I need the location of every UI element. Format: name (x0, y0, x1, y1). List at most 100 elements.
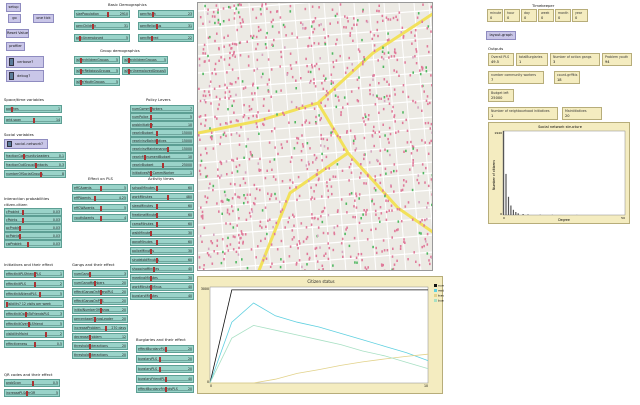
slider[interactable]: percYouth 23 (138, 10, 194, 18)
slider-handle[interactable] (149, 285, 152, 290)
slider[interactable]: visibility? 12 visits per week (4, 300, 64, 308)
social-network-switch[interactable]: social-network? (4, 139, 48, 149)
slider-handle[interactable] (99, 216, 102, 221)
slider[interactable]: gangMinutes 60 (130, 238, 194, 246)
slider[interactable]: decreaseProblem 12 (72, 333, 128, 341)
slider[interactable]: yearlyinvMaintenance 15000 (130, 145, 194, 153)
slider[interactable]: probScan 0.5 (4, 379, 60, 387)
slider-handle[interactable] (149, 276, 152, 281)
slider[interactable]: effectInitPLSfriendPLS 1 (4, 270, 64, 278)
slider[interactable]: percRetired 22 (138, 34, 194, 42)
slider-handle[interactable] (151, 12, 154, 17)
slider[interactable]: campMinutes 60 (130, 220, 194, 228)
slider[interactable]: numPolice 5 (130, 113, 194, 121)
world-map-view[interactable] (197, 2, 433, 271)
slider[interactable]: youthAgents 4 (72, 214, 128, 222)
slider-handle[interactable] (128, 69, 131, 74)
slider[interactable]: numGangs 3 (72, 270, 128, 278)
slider-handle[interactable] (33, 272, 36, 277)
slider[interactable]: fractionCommunityLeaders 0.1 (4, 152, 66, 160)
slider[interactable]: burglaryPLS 20 (136, 355, 194, 363)
slider[interactable]: isMerUnemployedGroups 5 (122, 67, 168, 75)
slider[interactable]: burglaryPLS 20 (136, 365, 194, 373)
one-tick-button[interactable]: one tick (33, 14, 54, 23)
slider[interactable]: percentageGangsLeader20 (72, 315, 128, 323)
slider-handle[interactable] (44, 332, 47, 337)
slider-handle[interactable] (149, 115, 152, 120)
slider-handle[interactable] (91, 24, 94, 29)
slider-handle[interactable] (152, 267, 155, 272)
slider-handle[interactable] (164, 387, 167, 392)
slider[interactable]: effectGangsOnFriendPLS 20 (72, 288, 128, 296)
slider[interactable]: pcPoints 0.03 (4, 232, 62, 240)
slider-handle[interactable] (21, 210, 24, 215)
slider[interactable]: numberOfSocialGroups 8 (4, 170, 66, 178)
slider-handle[interactable] (78, 36, 81, 41)
slider[interactable]: effCAgents 5 (72, 184, 128, 192)
slider[interactable]: grid-span 14 (4, 116, 62, 124)
debug-switch[interactable]: debug? (6, 70, 44, 82)
verbose-switch[interactable]: verbose? (6, 56, 44, 68)
slider[interactable]: yearlyBudget 15000 (130, 129, 194, 137)
slider[interactable]: fractionOutGroupContacts 0.3 (4, 161, 66, 169)
slider-handle[interactable] (89, 344, 92, 349)
slider-handle[interactable] (155, 213, 158, 218)
slider-handle[interactable] (94, 196, 97, 201)
slider-handle[interactable] (80, 80, 83, 85)
slider-handle[interactable] (6, 302, 8, 307)
slider[interactable]: policeMinutes 30 (130, 247, 194, 255)
slider-handle[interactable] (149, 294, 152, 299)
slider[interactable]: percChildren 31 (74, 22, 130, 30)
slider[interactable]: singleJobMinutes 60 (130, 256, 194, 264)
slider-handle[interactable] (26, 391, 29, 396)
slider[interactable]: increasePLSperQR 5 (4, 389, 60, 397)
slider[interactable]: thresholdInteractions20 (72, 342, 128, 350)
slider-handle[interactable] (23, 154, 26, 159)
slider[interactable]: workMinutesMinus 40 (130, 283, 194, 291)
slider[interactable]: percUnemployed 5 (74, 34, 130, 42)
slider-handle[interactable] (167, 195, 170, 200)
slider[interactable]: shoppingMinutes 40 (130, 265, 194, 273)
slider[interactable]: numGangMembers 20 (72, 279, 128, 287)
slider-handle[interactable] (128, 58, 131, 63)
slider-handle[interactable] (80, 58, 83, 63)
slider[interactable]: workMinutes 480 (130, 193, 194, 201)
slider-handle[interactable] (19, 234, 22, 239)
slider[interactable]: isMerReligiousGroups 5 (74, 67, 120, 75)
slider-handle[interactable] (159, 367, 162, 372)
slider[interactable]: pcProbInt 0.03 (4, 224, 62, 232)
slider[interactable]: thresholdInteractions20 (72, 351, 128, 359)
slider-handle[interactable] (159, 357, 162, 362)
slider-handle[interactable] (164, 377, 167, 382)
slider[interactable]: effectBurglaryPLS 20 (136, 345, 194, 353)
slider[interactable]: percReligious 31 (138, 22, 194, 30)
slider[interactable]: cwProbInt 0.03 (4, 240, 62, 248)
slider-handle[interactable] (33, 342, 36, 347)
slider-handle[interactable] (99, 299, 102, 304)
slider-handle[interactable] (155, 186, 158, 191)
slider-handle[interactable] (164, 347, 167, 352)
slider-handle[interactable] (149, 123, 152, 128)
slider[interactable]: effectInitOpenToFriendsPLS 3 (4, 310, 64, 318)
slider-handle[interactable] (155, 139, 158, 144)
slider[interactable]: sleepMinutes 60 (130, 202, 194, 210)
slider-handle[interactable] (104, 326, 107, 331)
slider-handle[interactable] (94, 281, 97, 286)
slider-handle[interactable] (155, 204, 158, 209)
slider[interactable]: isMerchildrenGroups 5 (74, 56, 120, 64)
slider[interactable]: effCWAgents 5 (72, 204, 128, 212)
slider[interactable]: isMerchildrenGroups 5 (122, 56, 168, 64)
slider[interactable]: effPAgents 4.25 (72, 194, 128, 202)
setup-button[interactable]: setup (6, 3, 21, 12)
slider[interactable]: yearlyBudget 25000 (130, 161, 194, 169)
slider-handle[interactable] (25, 312, 28, 317)
slider-handle[interactable] (32, 118, 35, 123)
slider-handle[interactable] (89, 272, 92, 277)
slider-handle[interactable] (80, 69, 83, 74)
slider-handle[interactable] (19, 226, 22, 231)
slider-handle[interactable] (149, 107, 152, 112)
slider-handle[interactable] (21, 218, 24, 223)
slider[interactable]: initialNumberOfGangs 20 (72, 306, 128, 314)
slider-handle[interactable] (155, 24, 158, 29)
slider-handle[interactable] (89, 335, 92, 340)
